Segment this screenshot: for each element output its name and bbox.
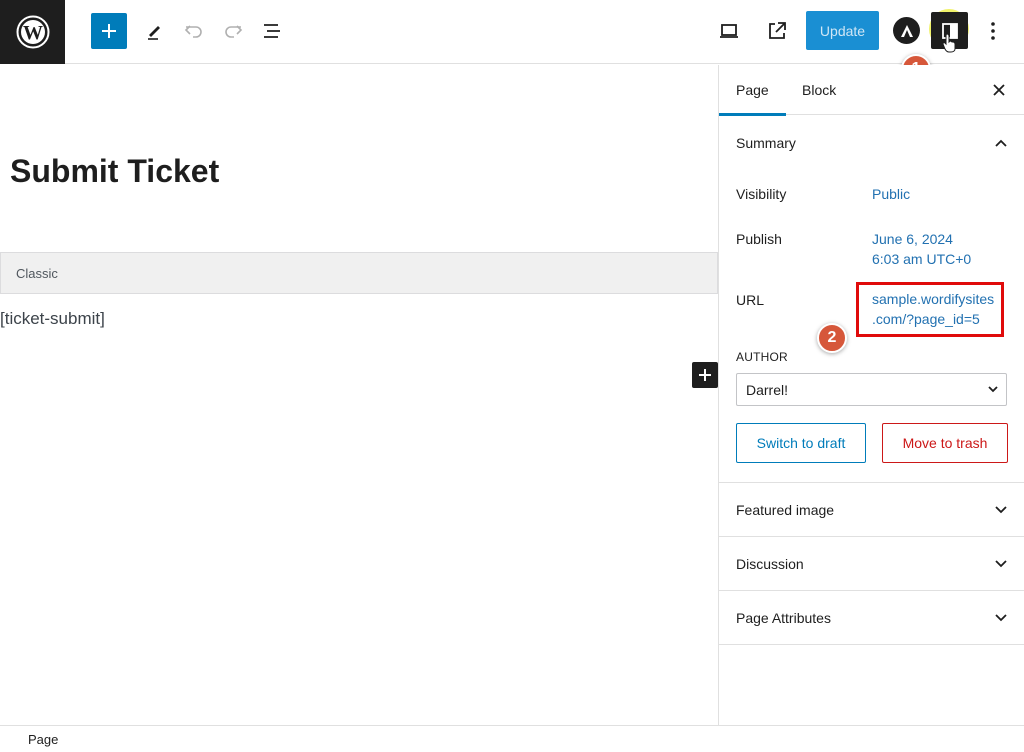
featured-image-heading: Featured image bbox=[736, 501, 835, 518]
preview-button[interactable] bbox=[713, 15, 745, 47]
options-button[interactable] bbox=[977, 15, 1009, 47]
update-button[interactable]: Update bbox=[806, 11, 879, 50]
summary-heading: Summary bbox=[736, 135, 796, 151]
publish-label: Publish bbox=[736, 231, 782, 247]
page-title[interactable]: Submit Ticket bbox=[10, 153, 219, 190]
switch-to-draft-button[interactable]: Switch to draft bbox=[736, 423, 866, 463]
svg-text:W: W bbox=[23, 22, 43, 44]
visibility-label: Visibility bbox=[736, 186, 787, 202]
astra-icon bbox=[900, 24, 913, 37]
editor-footer: Page bbox=[0, 725, 1024, 752]
publish-date: June 6, 2024 bbox=[872, 231, 953, 247]
close-sidebar-button[interactable] bbox=[987, 78, 1011, 102]
astra-settings-button[interactable] bbox=[893, 17, 920, 44]
block-inserter-button[interactable] bbox=[91, 13, 127, 49]
publish-time: 6:03 am UTC+0 bbox=[872, 251, 972, 267]
page-attributes-panel-toggle[interactable]: Page Attributes bbox=[719, 590, 1024, 645]
editor-top-bar: W Update bbox=[0, 0, 1024, 64]
publish-date-link[interactable]: June 6, 2024 6:03 am UTC+0 bbox=[872, 229, 971, 269]
close-icon bbox=[993, 84, 1005, 96]
featured-image-panel-toggle[interactable]: Featured image bbox=[719, 482, 1024, 536]
summary-panel-toggle[interactable]: Summary bbox=[719, 115, 1024, 171]
chevron-down-icon bbox=[995, 613, 1007, 621]
move-to-trash-button[interactable]: Move to trash bbox=[882, 423, 1008, 463]
discussion-heading: Discussion bbox=[736, 555, 804, 572]
external-link-icon bbox=[769, 22, 786, 39]
tools-button[interactable] bbox=[139, 15, 171, 47]
author-label: AUTHOR bbox=[736, 350, 788, 364]
wordpress-logo-icon[interactable]: W bbox=[0, 0, 65, 64]
chevron-up-icon bbox=[995, 139, 1007, 147]
view-page-button[interactable] bbox=[761, 15, 793, 47]
editor-canvas: Submit Ticket Classic [ticket-submit] bbox=[0, 65, 718, 725]
tab-page[interactable]: Page bbox=[719, 65, 786, 116]
sidebar-tabs: Page Block bbox=[719, 65, 1024, 116]
laptop-preview-icon bbox=[720, 24, 738, 38]
plus-icon bbox=[699, 369, 711, 381]
url-label: URL bbox=[736, 292, 765, 308]
visibility-value-link[interactable]: Public bbox=[872, 184, 910, 204]
undo-icon bbox=[184, 25, 202, 38]
chevron-down-icon bbox=[988, 386, 998, 393]
chevron-down-icon bbox=[995, 505, 1007, 513]
redo-icon bbox=[225, 25, 243, 38]
discussion-panel-toggle[interactable]: Discussion bbox=[719, 536, 1024, 590]
hand-cursor-icon bbox=[942, 33, 956, 53]
chevron-down-icon bbox=[995, 559, 1007, 567]
author-value: Darrel! bbox=[746, 382, 789, 398]
list-view-button[interactable] bbox=[256, 15, 288, 47]
settings-sidebar: Page Block Summary Visibility Public Pub… bbox=[718, 65, 1024, 725]
list-view-icon bbox=[264, 24, 280, 38]
shortcode-content[interactable]: [ticket-submit] bbox=[0, 309, 105, 329]
page-attributes-heading: Page Attributes bbox=[736, 609, 831, 626]
author-select[interactable]: Darrel! bbox=[736, 373, 1007, 406]
pencil-icon bbox=[148, 26, 160, 40]
undo-button[interactable] bbox=[178, 15, 210, 47]
plus-icon bbox=[102, 24, 116, 38]
inline-block-inserter-button[interactable] bbox=[692, 362, 718, 388]
more-vertical-icon bbox=[991, 22, 995, 40]
tab-block[interactable]: Block bbox=[785, 65, 853, 115]
redo-button[interactable] bbox=[217, 15, 249, 47]
annotation-badge-2: 2 bbox=[817, 323, 847, 353]
url-highlight-box bbox=[856, 282, 1004, 337]
breadcrumb[interactable]: Page bbox=[28, 732, 58, 747]
classic-block-toolbar[interactable]: Classic bbox=[0, 252, 718, 294]
